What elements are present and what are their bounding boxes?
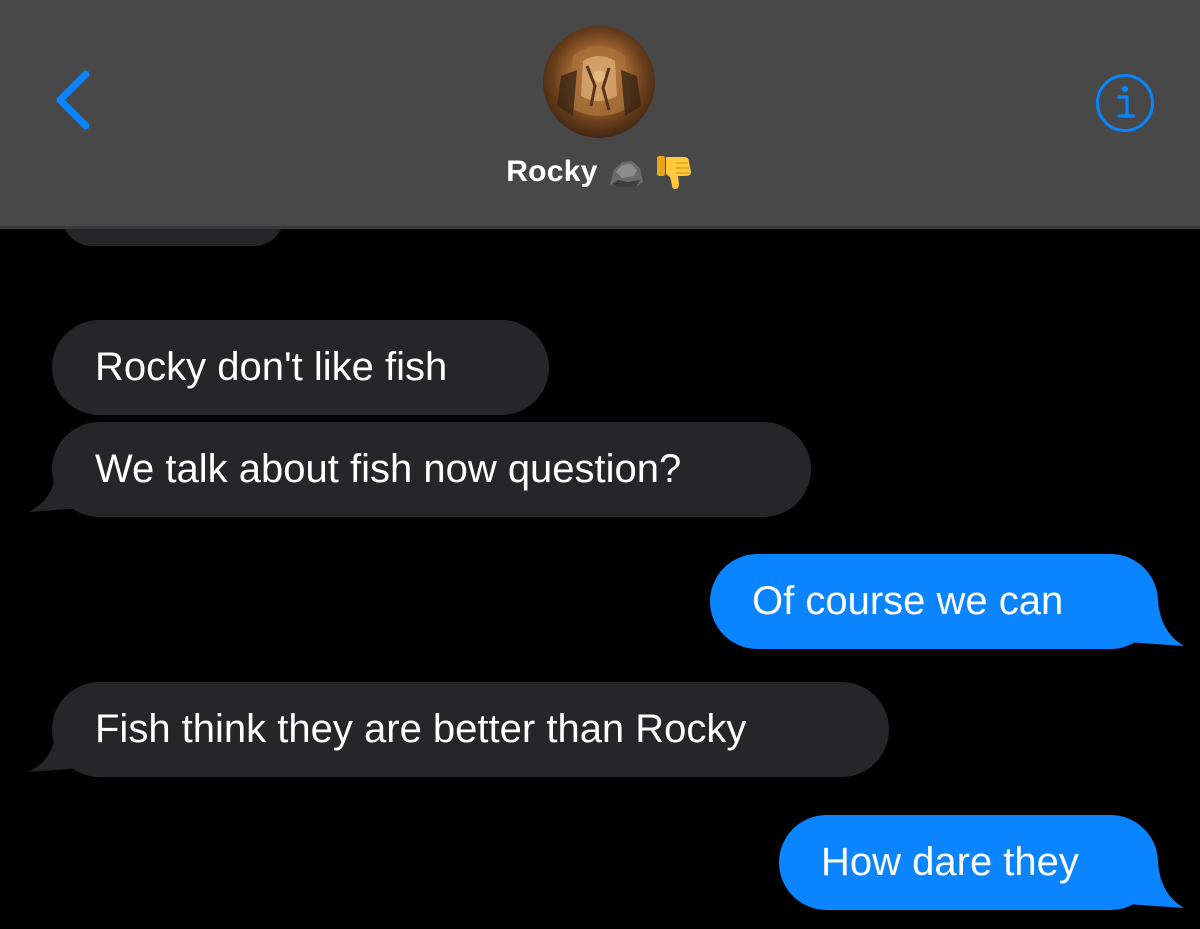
contact-name-row[interactable]: Rocky <box>0 150 1200 194</box>
message-tail-incoming <box>28 470 80 512</box>
message-bubble-incoming[interactable]: Rocky don't like fish <box>52 320 549 415</box>
chevron-left-icon <box>56 70 90 130</box>
contact-name: Rocky <box>506 155 598 188</box>
back-button[interactable] <box>44 60 104 140</box>
avatar-image <box>557 46 641 116</box>
message-tail-outgoing <box>1128 862 1184 908</box>
message-bubble-incoming[interactable]: Fish think they are better than Rocky <box>52 682 889 777</box>
message-bubble-outgoing[interactable]: Of course we can <box>710 554 1158 649</box>
message-text: Rocky don't like fish <box>95 345 448 389</box>
rock-icon <box>609 161 643 187</box>
info-button[interactable] <box>1094 72 1156 134</box>
contact-avatar[interactable] <box>543 26 655 138</box>
message-text: How dare they <box>821 840 1079 884</box>
conversation-header: Rocky <box>0 0 1200 229</box>
info-icon <box>1096 74 1154 132</box>
message-text: Fish think they are better than Rocky <box>95 707 747 751</box>
message-text: We talk about fish now question? <box>95 447 682 491</box>
message-bubble-incoming[interactable]: We talk about fish now question? <box>52 422 811 517</box>
conversation-screen: Rocky don't like fish We talk about fish… <box>0 0 1200 929</box>
message-bubble-outgoing[interactable]: How dare they <box>779 815 1158 910</box>
thumbs-down-icon <box>656 156 691 189</box>
message-tail-outgoing <box>1128 600 1184 646</box>
message-text: Of course we can <box>752 579 1064 623</box>
message-tail-incoming <box>28 730 80 772</box>
